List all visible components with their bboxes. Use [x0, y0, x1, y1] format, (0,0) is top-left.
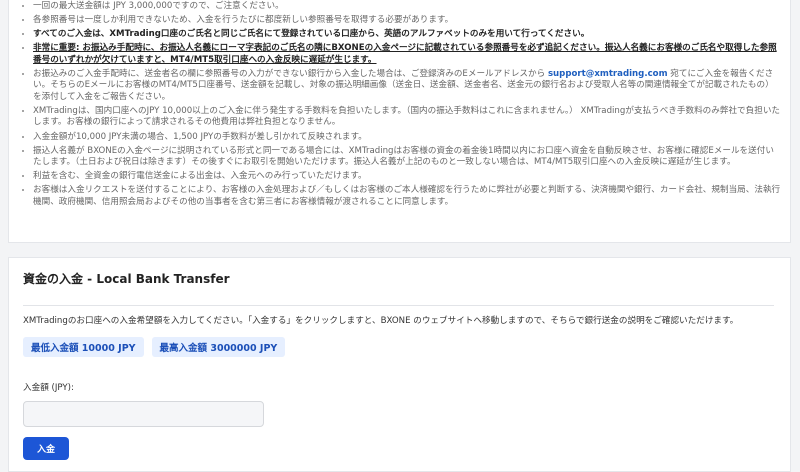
note-item: 非常に重要: お振込み手配時に、お振込人名義にローマ字表記のご氏名の隣にBXON… [33, 43, 790, 66]
support-email-link[interactable]: support@xmtrading.com [548, 69, 668, 79]
note-item: 一回の最大送金額は JPY 3,000,000ですので、ご注意ください。 [33, 1, 790, 13]
min-deposit-badge: 最低入金額 10000 JPY [23, 337, 144, 357]
note-text: 一回の最大送金額は JPY 3,000,000ですので、ご注意ください。 [33, 1, 284, 11]
note-text: 入金金額が10,000 JPY未満の場合、1,500 JPYの手数料が差し引かれ… [33, 131, 367, 142]
note-item: お客様は入金リクエストを送付することにより、お客様の入金処理および／もしくはお客… [33, 185, 790, 208]
note-text: すべてのご入金は、XMTrading口座のご氏名と同じご氏名にて登録されている口… [33, 29, 590, 40]
note-item: 利益を含む、全資金の銀行電信送金による出金は、入金元へのみ行っていただけます。 [33, 171, 790, 183]
deposit-card: 資金の入金 - Local Bank Transfer XMTradingのお口… [8, 257, 791, 472]
section-title: 資金の入金 - Local Bank Transfer [23, 270, 774, 306]
amount-label: 入金額 (JPY): [23, 383, 74, 393]
note-item: お振込みのご入金手配時に、送金者名の欄に参照番号の入力ができない銀行から入金した… [33, 69, 790, 104]
note-item: すべてのご入金は、XMTrading口座のご氏名と同じご氏名にて登録されている口… [33, 29, 790, 41]
note-item: 振込人名義が BXONEの入金ページに説明されている形式と同一である場合には、X… [33, 146, 790, 169]
note-text: お振込みのご入金手配時に、送金者名の欄に参照番号の入力ができない銀行から入金した… [33, 68, 548, 79]
limit-badges: 最低入金額 10000 JPY 最高入金額 3000000 JPY [23, 337, 774, 357]
note-item: XMTradingは、国内口座へのJPY 10,000以上のご入金に伴う発生する… [33, 106, 790, 129]
note-item: 各参照番号は一度しか利用できないため、入金を行うたびに都度新しい参照番号を取得す… [33, 15, 790, 27]
notes-list: 一回の最大送金額は JPY 3,000,000ですので、ご注意ください。各参照番… [19, 1, 790, 208]
note-text: 各参照番号は一度しか利用できないため、入金を行うたびに都度新しい参照番号を取得す… [33, 15, 454, 26]
page-edge [794, 0, 800, 467]
note-text: お客様は入金リクエストを送付することにより、お客様の入金処理および／もしくはお客… [33, 185, 781, 207]
note-item: 入金金額が10,000 JPY未満の場合、1,500 JPYの手数料が差し引かれ… [33, 132, 790, 144]
amount-input[interactable] [23, 401, 264, 427]
notes-card: 一回の最大送金額は JPY 3,000,000ですので、ご注意ください。各参照番… [8, 0, 791, 243]
note-text: 振込人名義が BXONEの入金ページに説明されている形式と同一である場合には、X… [33, 145, 774, 168]
note-text: XMTradingは、国内口座へのJPY 10,000以上のご入金に伴う発生する… [33, 105, 781, 128]
note-text: 非常に重要: お振込み手配時に、お振込人名義にローマ字表記のご氏名の隣にBXON… [33, 43, 777, 65]
note-text: 利益を含む、全資金の銀行電信送金による出金は、入金元へのみ行っていただけます。 [33, 171, 367, 182]
deposit-submit-button[interactable]: 入金 [23, 437, 70, 460]
deposit-description: XMTradingのお口座への入金希望額を入力してください。「入金する」をクリッ… [23, 316, 739, 326]
max-deposit-badge: 最高入金額 3000000 JPY [151, 337, 286, 357]
